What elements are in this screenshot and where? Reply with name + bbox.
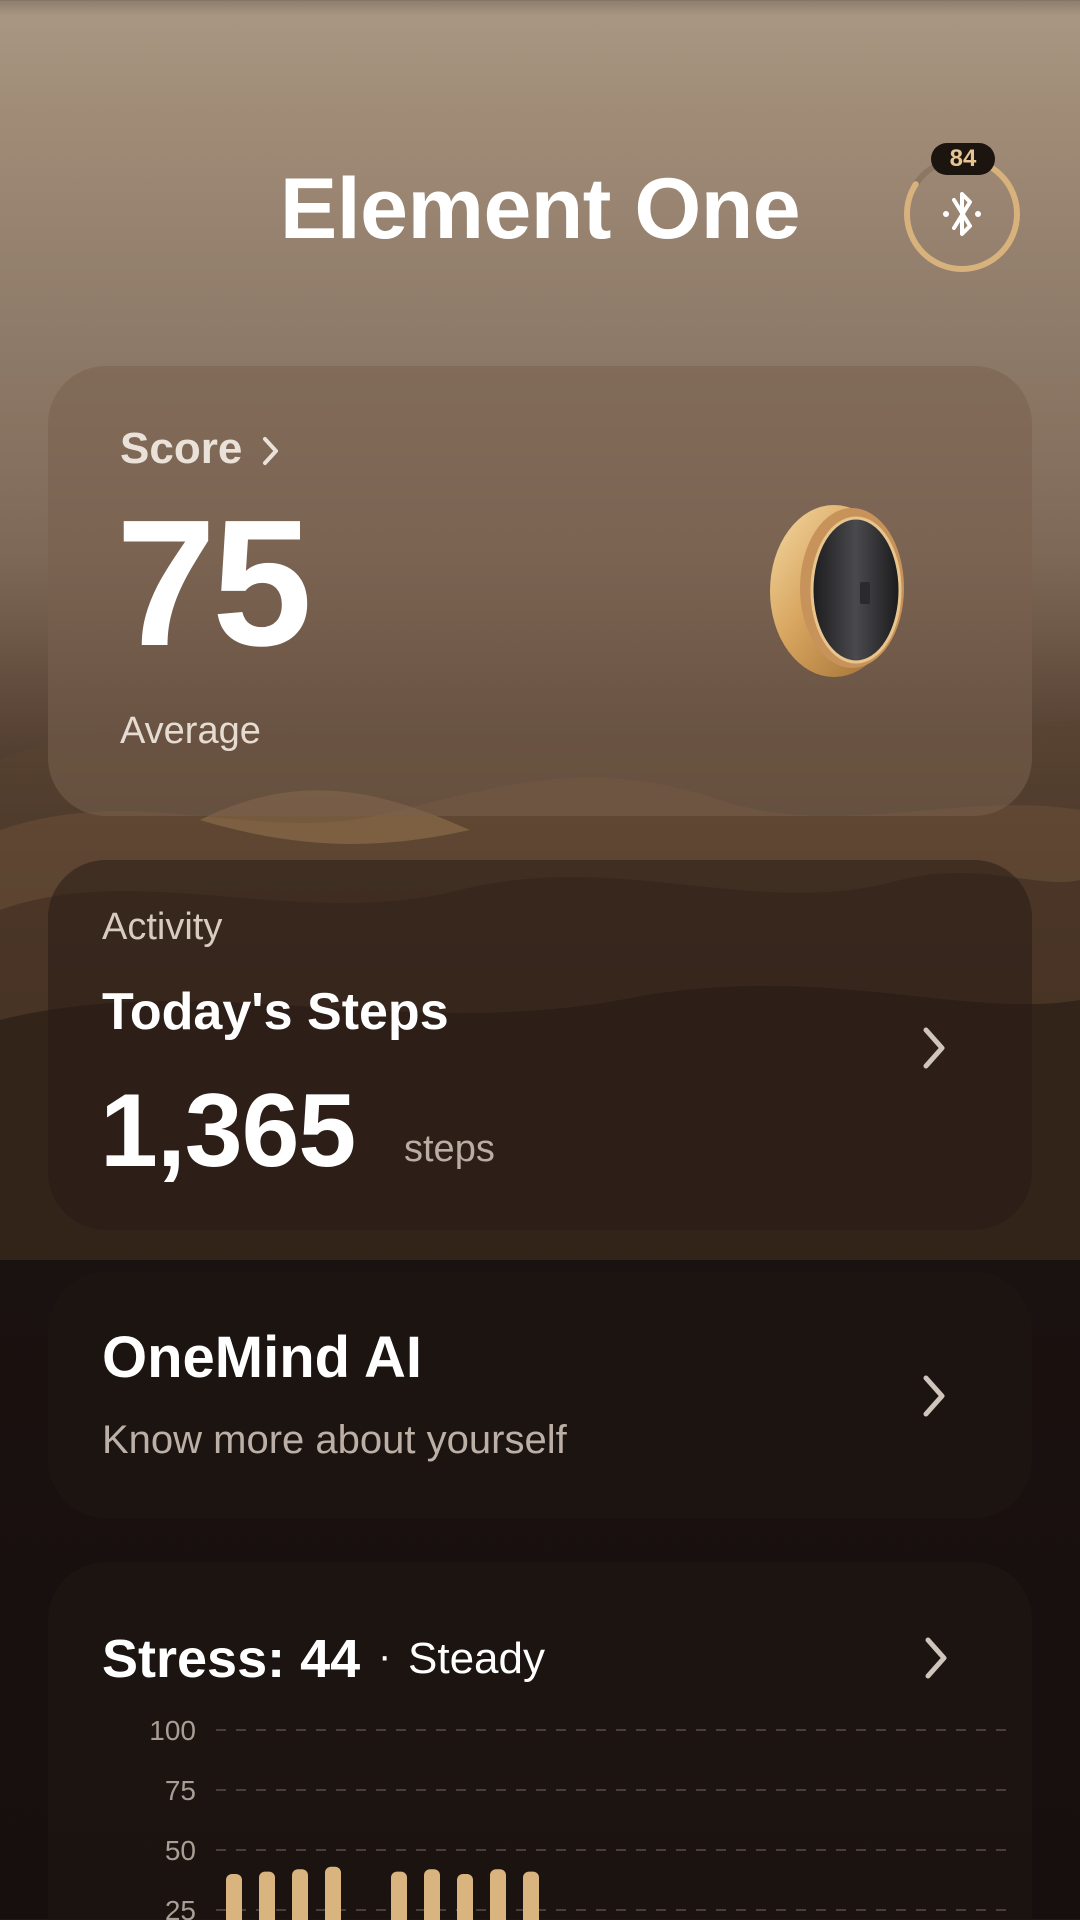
stress-state: Steady (408, 1634, 545, 1683)
score-value: 75 (116, 483, 312, 684)
battery-level-badge: 84 (931, 143, 995, 175)
activity-steps-card[interactable]: Activity Today's Steps 1,365 steps (48, 860, 1032, 1230)
y-tick-label: 50 (165, 1835, 196, 1866)
smart-ring-image (770, 505, 904, 677)
onemind-ai-card[interactable]: OneMind AI Know more about yourself (48, 1272, 1032, 1518)
y-tick-label: 25 (165, 1895, 196, 1920)
y-tick-label: 100 (149, 1715, 196, 1746)
stress-title: Stress: 44 (102, 1629, 361, 1689)
onemind-subtitle: Know more about yourself (102, 1418, 567, 1462)
steps-unit: steps (404, 1128, 495, 1170)
bluetooth-icon (943, 192, 981, 236)
stress-bar (325, 1866, 341, 1920)
steps-value: 1,365 (100, 1073, 356, 1189)
y-tick-label: 75 (165, 1775, 196, 1806)
stress-bar (292, 1869, 308, 1920)
stress-bar (391, 1871, 407, 1920)
chevron-right-icon (923, 1375, 945, 1417)
top-shade (0, 0, 1080, 16)
stress-bar (523, 1871, 539, 1920)
stress-bar (457, 1874, 473, 1920)
score-rating: Average (120, 710, 261, 752)
score-label: Score (120, 424, 243, 473)
chevron-right-icon (263, 437, 278, 465)
stress-bar (424, 1869, 440, 1920)
stress-chart: 100 75 50 25 (149, 1715, 1016, 1920)
device-battery-indicator[interactable]: 84 (903, 143, 1025, 273)
stress-card[interactable]: Stress: 44 · Steady 100 75 50 25 (48, 1562, 1032, 1920)
chevron-right-icon (923, 1027, 945, 1069)
steps-title: Today's Steps (102, 983, 449, 1041)
stress-bar (226, 1874, 242, 1920)
stress-separator: · (378, 1634, 392, 1678)
activity-category-label: Activity (102, 906, 223, 948)
stress-bar (490, 1869, 506, 1920)
score-card[interactable]: Score 75 Average (48, 366, 1032, 816)
onemind-title: OneMind AI (102, 1325, 423, 1390)
chevron-right-icon (925, 1637, 947, 1679)
stress-bar (259, 1871, 275, 1920)
